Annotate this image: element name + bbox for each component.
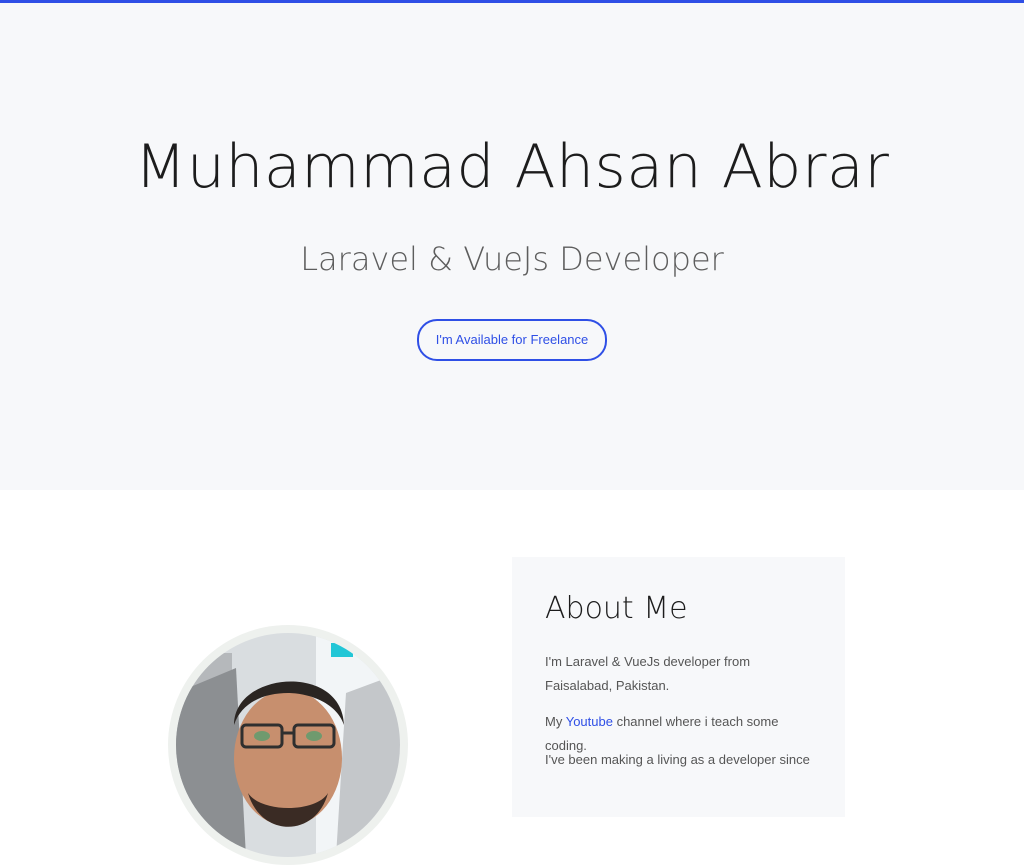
youtube-link[interactable]: Youtube <box>566 714 613 729</box>
about-title: About Me <box>545 591 688 626</box>
freelance-button[interactable]: I'm Available for Freelance <box>417 319 607 361</box>
about-card: About Me I'm Laravel & VueJs developer f… <box>512 557 845 817</box>
hero-role: Laravel & VueJs Developer <box>300 240 724 278</box>
hero-section: Muhammad Ahsan Abrar Laravel & VueJs Dev… <box>0 3 1024 490</box>
youtube-prefix: My <box>545 714 566 729</box>
about-intro: I'm Laravel & VueJs developer from Faisa… <box>545 654 751 693</box>
about-career: I've been making a living as a developer… <box>545 752 810 767</box>
avatar <box>168 625 408 865</box>
hero-name: Muhammad Ahsan Abrar <box>134 132 890 202</box>
avatar-photo-icon <box>176 633 400 857</box>
